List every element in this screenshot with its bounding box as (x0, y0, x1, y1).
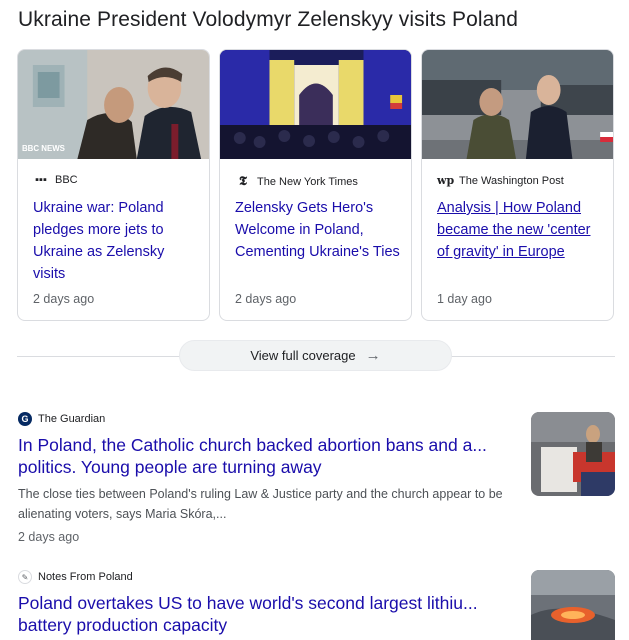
card-image (220, 50, 411, 159)
guardian-logo-icon: G (18, 412, 32, 426)
card-time: 1 day ago (437, 292, 492, 306)
top-stories-carousel: BBC NEWS ▪▪▪ BBC Ukraine war: Poland ple… (17, 49, 615, 323)
story-source: G The Guardian (18, 412, 518, 426)
story-thumbnail[interactable] (531, 570, 615, 640)
card-time: 2 days ago (33, 292, 95, 306)
card-source: wp The Washington Post (437, 174, 564, 187)
card-headline[interactable]: Analysis | How Poland became the new 'ce… (437, 197, 602, 263)
story-title-link[interactable]: Poland overtakes US to have world's seco… (18, 592, 518, 636)
story-title-line: In Poland, the Catholic church backed ab… (18, 435, 487, 455)
story-title-line: Poland overtakes US to have world's seco… (18, 593, 478, 613)
news-card-wapo[interactable]: wp The Washington Post Analysis | How Po… (421, 49, 614, 321)
news-story-guardian: G The Guardian In Poland, the Catholic c… (18, 412, 518, 544)
view-full-coverage-button[interactable]: View full coverage → (179, 340, 452, 371)
card-headline[interactable]: Ukraine war: Poland pledges more jets to… (33, 197, 198, 285)
card-image: BBC NEWS (18, 50, 209, 159)
card-time: 2 days ago (235, 292, 297, 306)
card-headline[interactable]: Zelensky Gets Hero's Welcome in Poland, … (235, 197, 400, 263)
story-thumbnail[interactable] (531, 412, 615, 496)
card-source: 𝕿 The New York Times (235, 174, 358, 189)
news-card-bbc[interactable]: BBC NEWS ▪▪▪ BBC Ukraine war: Poland ple… (17, 49, 210, 321)
news-card-nyt[interactable]: 𝕿 The New York Times Zelensky Gets Hero'… (219, 49, 412, 321)
source-name: The Washington Post (459, 174, 564, 187)
news-story-notes-from-poland: ✎ Notes From Poland Poland overtakes US … (18, 570, 518, 636)
story-source: ✎ Notes From Poland (18, 570, 518, 584)
source-name: The New York Times (257, 175, 358, 188)
source-name: The Guardian (38, 413, 106, 425)
source-name: BBC (55, 174, 78, 186)
story-title-line: battery production capacity (18, 615, 228, 635)
card-image (422, 50, 613, 159)
source-name: Notes From Poland (38, 571, 133, 583)
notes-from-poland-logo-icon: ✎ (18, 570, 32, 584)
story-title-link[interactable]: In Poland, the Catholic church backed ab… (18, 434, 518, 478)
nyt-logo-icon: 𝕿 (239, 174, 247, 189)
story-title-line: politics. Young people are turning away (18, 457, 322, 477)
card-source: ▪▪▪ BBC (33, 174, 78, 186)
story-snippet: The close ties between Poland's ruling L… (18, 487, 503, 521)
section-title: Ukraine President Volodymyr Zelenskyy vi… (18, 8, 518, 31)
view-full-coverage-label: View full coverage (250, 348, 356, 363)
bbc-watermark: BBC NEWS (22, 144, 65, 153)
bbc-logo-icon: ▪▪▪ (35, 174, 47, 186)
story-time: 2 days ago (18, 530, 80, 544)
arrow-right-icon: → (365, 347, 381, 364)
wapo-logo-icon: wp (437, 174, 455, 187)
